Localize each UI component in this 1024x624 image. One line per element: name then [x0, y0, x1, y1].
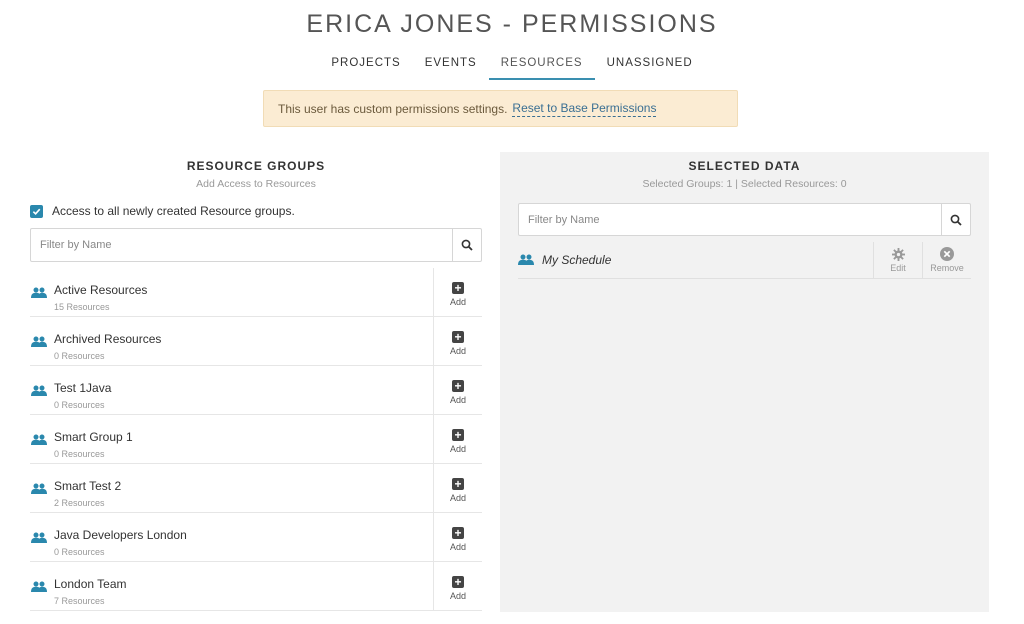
check-icon	[32, 208, 41, 215]
plus-square-icon: +	[452, 478, 464, 490]
group-icon	[518, 251, 542, 270]
plus-square-icon: +	[452, 576, 464, 588]
add-group-button[interactable]: + Add	[433, 513, 482, 561]
gear-icon	[891, 247, 905, 261]
add-group-button[interactable]: + Add	[433, 562, 482, 610]
new-groups-access-row: Access to all newly created Resource gro…	[30, 204, 482, 218]
resource-groups-title: RESOURCE GROUPS	[186, 159, 326, 173]
resource-group-list: Active Resources 15 Resources + Add Archiv…	[30, 268, 482, 611]
group-resource-count: 0 Resources	[54, 449, 105, 459]
group-resource-count: 2 Resources	[54, 498, 105, 508]
edit-label: Edit	[890, 262, 906, 273]
plus-square-icon: +	[452, 380, 464, 392]
selected-data-summary: Selected Groups: 1 | Selected Resources:…	[642, 178, 847, 190]
group-name: London Team	[54, 577, 127, 591]
group-name: Smart Test 2	[54, 479, 122, 493]
selected-group-item: My Schedule Edit Remove	[518, 242, 971, 279]
search-icon	[461, 239, 473, 251]
group-icon	[30, 513, 54, 561]
group-resource-count: 0 Resources	[54, 547, 105, 557]
tab-projects[interactable]: PROJECTS	[319, 54, 412, 80]
group-icon	[30, 268, 54, 316]
list-item: London Team 7 Resources + Add	[30, 562, 482, 611]
list-item: Test 1Java 0 Resources + Add	[30, 366, 482, 415]
edit-button[interactable]: Edit	[873, 242, 922, 278]
group-name: Java Developers London	[54, 528, 187, 542]
group-resource-count: 0 Resources	[54, 351, 105, 361]
plus-square-icon: +	[452, 331, 464, 343]
reset-permissions-link[interactable]: Reset to Base Permissions	[512, 101, 657, 117]
group-name: Smart Group 1	[54, 430, 133, 444]
group-name: Test 1Java	[54, 381, 112, 395]
add-group-button[interactable]: + Add	[433, 415, 482, 463]
selected-data-search-button[interactable]	[941, 204, 970, 235]
group-icon	[30, 562, 54, 610]
list-item: Active Resources 15 Resources + Add	[30, 268, 482, 317]
list-item: Smart Test 2 2 Resources + Add	[30, 464, 482, 513]
group-icon	[30, 317, 54, 365]
add-label: Add	[449, 395, 466, 405]
close-circle-icon	[940, 247, 954, 261]
group-icon	[30, 415, 54, 463]
page-title: ERICA JONES - PERMISSIONS	[306, 10, 718, 38]
tab-resources[interactable]: RESOURCES	[488, 54, 595, 80]
search-icon	[950, 214, 962, 226]
list-item: Java Developers London 0 Resources + Add	[30, 513, 482, 562]
add-group-button[interactable]: + Add	[433, 464, 482, 512]
group-icon	[30, 464, 54, 512]
tab-unassigned[interactable]: UNASSIGNED	[595, 54, 705, 80]
add-label: Add	[449, 297, 466, 307]
add-label: Add	[449, 493, 466, 503]
plus-square-icon: +	[452, 429, 464, 441]
add-group-button[interactable]: + Add	[433, 268, 482, 316]
group-resource-count: 15 Resources	[54, 302, 110, 312]
group-resource-count: 7 Resources	[54, 596, 105, 606]
plus-square-icon: +	[452, 282, 464, 294]
selected-data-panel: SELECTED DATA Selected Groups: 1 | Selec…	[500, 152, 989, 612]
remove-button[interactable]: Remove	[922, 242, 971, 278]
remove-label: Remove	[930, 263, 964, 273]
custom-permissions-notice: This user has custom permissions setting…	[263, 90, 738, 127]
tab-events[interactable]: EVENTS	[413, 54, 489, 80]
new-groups-access-checkbox[interactable]	[30, 204, 43, 218]
selected-group-name: My Schedule	[542, 253, 612, 267]
add-group-button[interactable]: + Add	[433, 366, 482, 414]
resource-groups-subtitle: Add Access to Resources	[196, 178, 316, 190]
resource-groups-search-input[interactable]	[31, 229, 452, 261]
add-label: Add	[449, 542, 466, 552]
list-item: Smart Group 1 0 Resources + Add	[30, 415, 482, 464]
selected-data-search	[518, 203, 971, 236]
new-groups-access-label: Access to all newly created Resource gro…	[52, 204, 295, 218]
resource-groups-panel: RESOURCE GROUPS Add Access to Resources …	[30, 152, 482, 611]
list-item: Archived Resources 0 Resources + Add	[30, 317, 482, 366]
add-label: Add	[449, 444, 466, 454]
plus-square-icon: +	[452, 527, 464, 539]
selected-data-title: SELECTED DATA	[688, 159, 801, 173]
group-resource-count: 0 Resources	[54, 400, 105, 410]
resource-groups-search	[30, 228, 482, 262]
selected-data-search-input[interactable]	[519, 204, 941, 235]
tab-bar: PROJECTS EVENTS RESOURCES UNASSIGNED	[0, 54, 1024, 80]
group-name: Archived Resources	[54, 332, 162, 346]
notice-text: This user has custom permissions setting…	[278, 101, 508, 116]
add-label: Add	[449, 591, 466, 601]
group-name: Active Resources	[54, 283, 148, 297]
resource-groups-search-button[interactable]	[452, 229, 481, 261]
add-group-button[interactable]: + Add	[433, 317, 482, 365]
group-icon	[30, 366, 54, 414]
add-label: Add	[449, 346, 466, 356]
